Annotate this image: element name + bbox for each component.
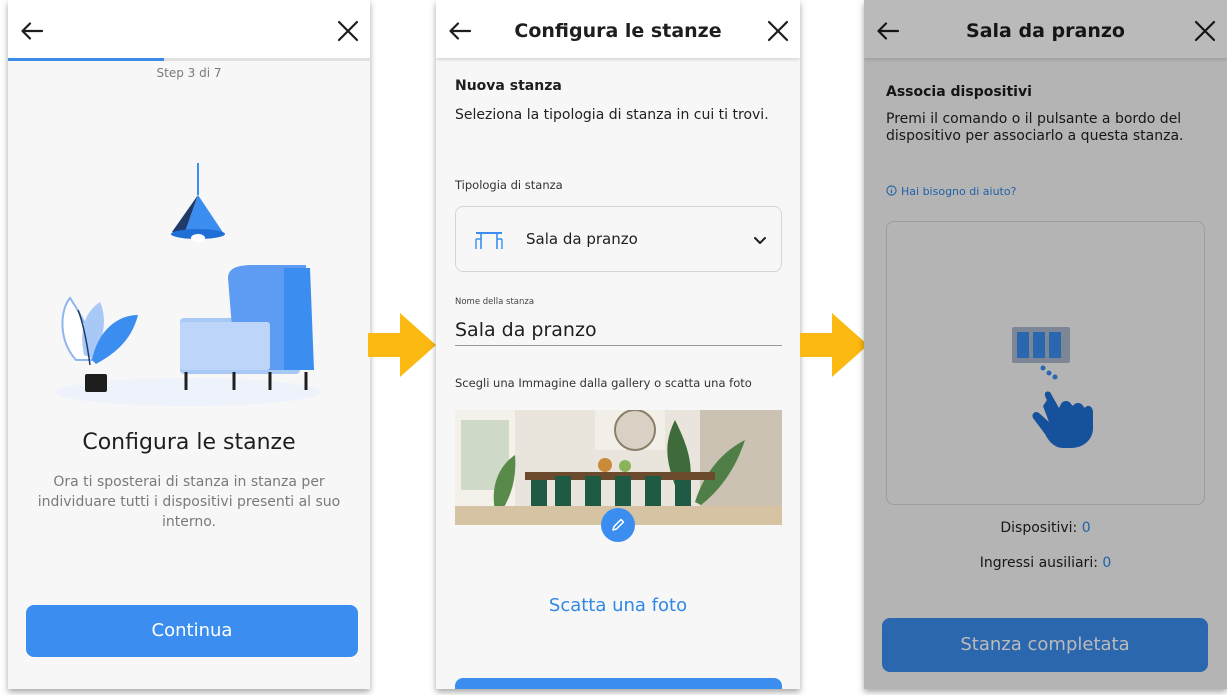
- room-type-select[interactable]: Sala da pranzo: [455, 206, 782, 272]
- progress-bar: [8, 58, 370, 61]
- top-bar: Sala da pranzo: [864, 0, 1227, 58]
- page-title: Configura le stanze: [514, 20, 722, 42]
- aux-inputs-count-row: Ingressi ausiliari: 0: [864, 555, 1227, 571]
- arrow-left-icon[interactable]: [874, 17, 902, 45]
- top-bar: [8, 0, 370, 58]
- take-photo-button[interactable]: Scatta una foto: [436, 595, 800, 616]
- page-title: Sala da pranzo: [966, 20, 1125, 42]
- devices-count: 0: [1081, 520, 1091, 536]
- page-title: Configura le stanze: [82, 430, 296, 455]
- close-icon[interactable]: [334, 17, 362, 45]
- room-type-label: Tipologia di stanza: [455, 178, 563, 192]
- info-icon: [886, 185, 897, 196]
- page-description: Ora ti sposterai di stanza in stanza per…: [37, 474, 341, 530]
- section-heading: Nuova stanza: [455, 78, 562, 94]
- aux-inputs-label: Ingressi ausiliari:: [979, 555, 1098, 571]
- arrow-right-icon: [368, 313, 436, 377]
- edit-photo-button[interactable]: [601, 508, 635, 542]
- progress-fill: [8, 58, 164, 61]
- instruction-text: Seleziona la tipologia di stanza in cui …: [455, 107, 769, 123]
- top-bar: Configura le stanze: [436, 0, 800, 58]
- aux-inputs-count: 0: [1102, 555, 1112, 571]
- room-name-label: Nome della stanza: [455, 297, 535, 307]
- close-icon[interactable]: [764, 17, 792, 45]
- room-name-input[interactable]: [455, 314, 782, 346]
- room-complete-button[interactable]: Stanza completata: [882, 618, 1208, 672]
- devices-count-row: Dispositivi: 0: [864, 520, 1227, 536]
- save-button-partial[interactable]: [455, 678, 782, 689]
- lamp-armchair-plant-illustration: [48, 160, 328, 410]
- arrow-right-icon: [800, 313, 868, 377]
- pairing-animation-box: [886, 221, 1205, 505]
- help-link-label: Hai bisogno di aiuto?: [901, 185, 1017, 198]
- section-heading: Associa dispositivi: [886, 84, 1032, 100]
- close-icon[interactable]: [1191, 17, 1219, 45]
- devices-label: Dispositivi:: [1000, 520, 1078, 536]
- help-link[interactable]: Hai bisogno di aiuto?: [886, 185, 1016, 198]
- screen-pair-devices: Sala da pranzo Associa dispositivi Premi…: [864, 0, 1227, 689]
- room-type-value: Sala da pranzo: [526, 230, 638, 248]
- screen-new-room: Configura le stanze Nuova stanza Selezio…: [436, 0, 800, 689]
- chevron-down-icon: [751, 231, 769, 249]
- arrow-left-icon[interactable]: [18, 17, 46, 45]
- instruction-text: Premi il comando o il pulsante a bordo d…: [886, 111, 1184, 144]
- dining-table-icon: [474, 229, 504, 251]
- screen-intro: Step 3 di 7 Configura le stanze Ora ti s…: [8, 0, 370, 689]
- continue-button[interactable]: Continua: [26, 605, 358, 657]
- arrow-left-icon[interactable]: [446, 17, 474, 45]
- gallery-label: Scegli una Immagine dalla gallery o scat…: [455, 376, 752, 390]
- press-button-hand-icon: [1012, 327, 1093, 448]
- pencil-icon: [612, 518, 625, 531]
- step-label: Step 3 di 7: [156, 66, 222, 80]
